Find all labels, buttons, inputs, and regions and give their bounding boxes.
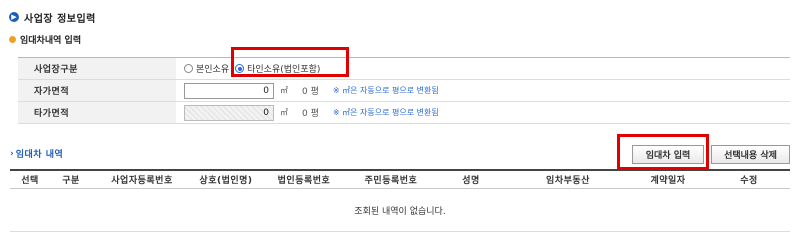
- selected-option-highlight: [231, 47, 349, 77]
- table-header: 선택 구분 사업자등록번호 상호(법인명) 법인등록번호 주민등록번호 성명 임…: [10, 169, 790, 189]
- other-area-label: 타가면적: [18, 102, 176, 123]
- section-title: ▶ 사업장 정보입력: [9, 10, 96, 25]
- col-company-name: 상호(법인명): [199, 176, 253, 186]
- col-name: 성명: [462, 176, 480, 186]
- input-button-highlight: [617, 134, 709, 170]
- sub-title-text: 임대차내역 입력: [20, 35, 82, 46]
- col-contract-date: 계약일자: [650, 176, 686, 186]
- col-select: 선택: [21, 176, 39, 186]
- own-area-unit: ㎡: [280, 86, 288, 95]
- workplace-type-label: 사업장구분: [18, 58, 176, 79]
- col-resident-number: 주민등록번호: [364, 176, 418, 186]
- col-type: 구분: [62, 176, 80, 186]
- own-area-pyeong: 0 평: [302, 87, 319, 97]
- own-area-input[interactable]: [184, 82, 274, 99]
- other-area-note: ※ ㎡은 자동으로 평으로 변환됨: [332, 108, 439, 117]
- col-corp-number: 법인등록번호: [277, 176, 331, 186]
- col-edit: 수정: [740, 176, 758, 186]
- arrow-circle-icon: ▶: [9, 12, 19, 22]
- empty-message: 조회된 내역이 없습니다.: [10, 189, 790, 232]
- sub-title: 임대차내역 입력: [9, 33, 82, 46]
- own-property-label[interactable]: 본인소유: [196, 62, 229, 75]
- other-area-row: 타가면적 ㎡ 0 평 ※ ㎡은 자동으로 평으로 변환됨: [18, 102, 790, 124]
- lease-list-title-text: 임대차 내역: [15, 150, 64, 160]
- own-area-value: ㎡ 0 평 ※ ㎡은 자동으로 평으로 변환됨: [176, 80, 790, 101]
- own-area-label: 자가면적: [18, 80, 176, 101]
- lease-form: 사업장구분 본인소유 타인소유(법인포함) 자가면적 ㎡ 0 평 ※ ㎡은 자동…: [18, 57, 790, 124]
- other-area-unit: ㎡: [280, 108, 288, 117]
- lease-list-title: › 임대차 내역: [10, 147, 64, 161]
- own-property-radio[interactable]: [184, 64, 193, 73]
- col-business-number: 사업자등록번호: [111, 176, 173, 186]
- other-area-input[interactable]: [184, 104, 274, 121]
- own-area-note: ※ ㎡은 자동으로 평으로 변환됨: [332, 86, 439, 95]
- lease-table: 선택 구분 사업자등록번호 상호(법인명) 법인등록번호 주민등록번호 성명 임…: [10, 169, 790, 232]
- own-area-row: 자가면적 ㎡ 0 평 ※ ㎡은 자동으로 평으로 변환됨: [18, 80, 790, 102]
- section-title-text: 사업장 정보입력: [24, 13, 96, 25]
- workplace-type-row: 사업장구분 본인소유 타인소유(법인포함): [18, 58, 790, 80]
- other-area-pyeong: 0 평: [302, 109, 319, 119]
- other-area-value: ㎡ 0 평 ※ ㎡은 자동으로 평으로 변환됨: [176, 102, 790, 123]
- bullet-dot-icon: [9, 35, 16, 43]
- delete-selected-button[interactable]: 선택내용 삭제: [711, 145, 790, 164]
- col-leased-property: 임차부동산: [546, 176, 590, 186]
- chevron-right-icon: ›: [10, 148, 14, 159]
